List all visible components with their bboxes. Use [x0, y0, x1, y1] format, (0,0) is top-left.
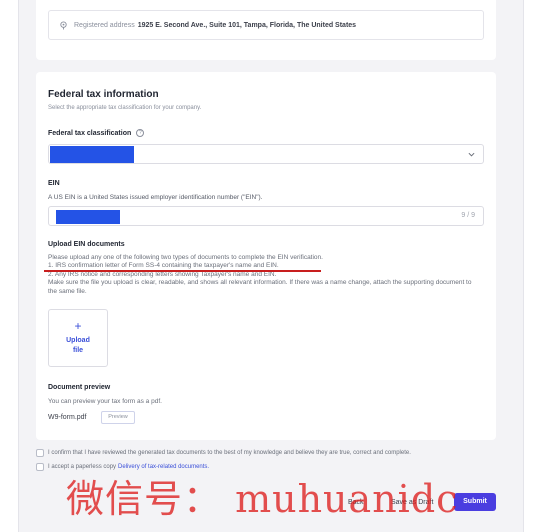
- upload-button-label: Upload file: [49, 336, 107, 356]
- location-pin-icon: [60, 20, 67, 30]
- upload-line-3: 2. Any IRS notice and corresponding lett…: [48, 270, 277, 278]
- section-title: Federal tax information: [48, 89, 159, 100]
- watermark-text: 微信号： muhuanidc: [66, 477, 459, 521]
- tax-classification-select[interactable]: [48, 144, 484, 164]
- upload-file-button[interactable]: + Upload file: [48, 309, 108, 367]
- registered-address-box: Registered address 1925 E. Second Ave., …: [48, 10, 484, 40]
- preview-button[interactable]: Preview: [101, 411, 135, 424]
- classification-label-text: Federal tax classification: [48, 129, 132, 137]
- ein-label: EIN: [48, 180, 60, 187]
- ein-input[interactable]: 9 / 9: [48, 206, 484, 226]
- redacted-value: [50, 146, 134, 163]
- upload-line-4: Make sure the file you upload is clear, …: [48, 279, 472, 295]
- classification-label: Federal tax classification ?: [48, 129, 145, 137]
- ein-char-counter: 9 / 9: [461, 212, 475, 219]
- document-filename: W9-form.pdf: [48, 414, 87, 421]
- upload-line-1: Please upload any one of the following t…: [48, 254, 323, 261]
- address-value: 1925 E. Second Ave., Suite 101, Tampa, F…: [137, 21, 357, 29]
- confirm-text: I confirm that I have reviewed the gener…: [48, 450, 411, 456]
- ein-help-text: A US EIN is a United States issued emplo…: [48, 194, 263, 201]
- upload-instructions: Please upload any one of the following t…: [48, 254, 478, 296]
- preview-title: Document preview: [48, 384, 111, 391]
- chevron-down-icon: [468, 152, 475, 157]
- address-prefix: Registered address: [74, 21, 135, 29]
- redacted-value: [56, 210, 120, 224]
- upload-button-line-1: Upload: [66, 337, 90, 344]
- upload-button-line-2: file: [72, 347, 84, 354]
- help-icon[interactable]: ?: [136, 129, 145, 137]
- paperless-checkbox[interactable]: [36, 463, 44, 471]
- upload-title: Upload EIN documents: [48, 241, 125, 248]
- confirm-row: I confirm that I have reviewed the gener…: [36, 449, 411, 457]
- annotation-underline: [44, 270, 321, 272]
- confirm-checkbox[interactable]: [36, 449, 44, 457]
- section-subtitle: Select the appropriate tax classificatio…: [48, 105, 202, 111]
- preview-subtitle: You can preview your tax form as a pdf.: [48, 398, 162, 405]
- plus-icon: +: [74, 319, 82, 333]
- submit-button[interactable]: Submit: [454, 493, 496, 511]
